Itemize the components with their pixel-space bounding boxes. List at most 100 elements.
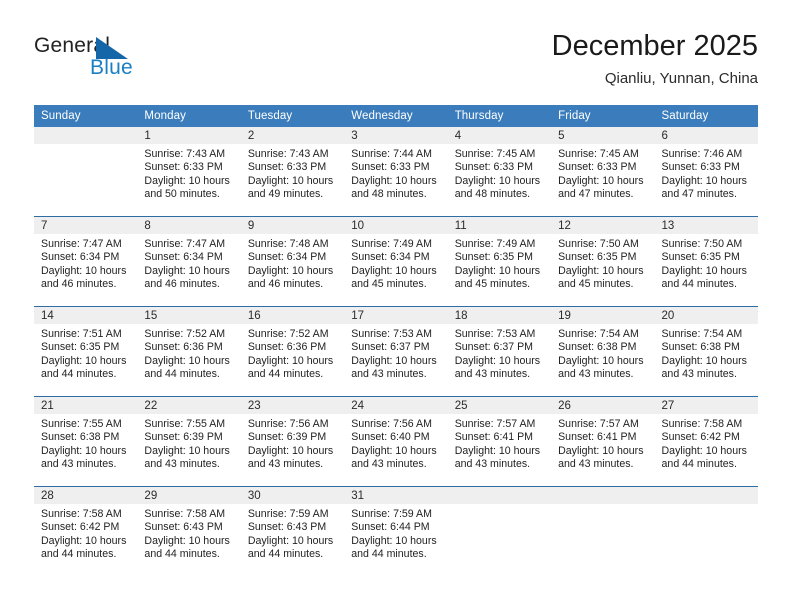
calendar-day-cell[interactable]: 29 Sunrise: 7:58 AM Sunset: 6:43 PM Dayligh…	[137, 486, 241, 576]
calendar-day-cell[interactable]: 30 Sunrise: 7:59 AM Sunset: 6:43 PM Dayligh…	[240, 486, 345, 576]
calendar-day-cell[interactable]: 22 Sunrise: 7:55 AM Sunset: 6:39 PM Dayligh…	[137, 396, 241, 487]
calendar-day-cell[interactable]: 13 Sunrise: 7:50 AM Sunset: 6:35 PM Dayligh…	[654, 216, 758, 307]
calendar-day-cell[interactable]: 11 Sunrise: 7:49 AM Sunset: 6:35 PM Dayligh…	[447, 216, 552, 307]
day-cell-inner: 28 Sunrise: 7:58 AM Sunset: 6:42 PM Dayligh…	[34, 487, 138, 576]
day-cell-inner: 14 Sunrise: 7:51 AM Sunset: 6:35 PM Dayligh…	[34, 307, 138, 396]
calendar-day-cell[interactable]: 5 Sunrise: 7:45 AM Sunset: 6:33 PM Daylight…	[551, 127, 655, 217]
sunset-text: Sunset: 6:37 PM	[454, 341, 534, 354]
day-cell-inner: 29 Sunrise: 7:58 AM Sunset: 6:43 PM Dayligh…	[137, 487, 241, 576]
calendar-day-cell[interactable]: 12 Sunrise: 7:50 AM Sunset: 6:35 PM Dayligh…	[551, 216, 655, 307]
day-number: 31	[344, 487, 448, 504]
daylight-text-line2: and 43 minutes.	[351, 368, 427, 381]
day-cell-inner: 8 Sunrise: 7:47 AM Sunset: 6:34 PM Daylight…	[137, 217, 241, 306]
day-cell-details: Sunrise: 7:58 AM Sunset: 6:42 PM Daylight:…	[34, 504, 137, 562]
day-cell-inner: 24 Sunrise: 7:56 AM Sunset: 6:40 PM Dayligh…	[344, 397, 448, 486]
calendar-day-cell[interactable]: 4 Sunrise: 7:45 AM Sunset: 6:33 PM Daylight…	[447, 127, 552, 217]
daylight-text-line1: Daylight: 10 hours	[351, 174, 437, 187]
sunrise-text: Sunrise: 7:44 AM	[351, 148, 432, 160]
sunset-text: Sunset: 6:43 PM	[144, 521, 223, 534]
day-number: 22	[137, 397, 241, 414]
calendar-day-cell[interactable]: 28 Sunrise: 7:58 AM Sunset: 6:42 PM Dayligh…	[34, 486, 138, 576]
sunset-text: Sunset: 6:38 PM	[558, 341, 637, 354]
day-cell-details: Sunrise: 7:49 AM Sunset: 6:35 PM Daylight:…	[448, 234, 551, 292]
calendar-day-cell[interactable]: 1 Sunrise: 7:43 AM Sunset: 6:33 PM Daylight…	[137, 127, 241, 217]
calendar-body: 1 Sunrise: 7:43 AM Sunset: 6:33 PM Daylight…	[34, 127, 758, 576]
daylight-text-line2: and 43 minutes.	[661, 368, 737, 381]
daylight-text-line1: Daylight: 10 hours	[454, 174, 541, 187]
sunset-text: Sunset: 6:36 PM	[247, 341, 327, 354]
day-cell-inner	[447, 487, 552, 576]
calendar-day-cell[interactable]: 3 Sunrise: 7:44 AM Sunset: 6:33 PM Daylight…	[344, 127, 448, 217]
calendar-day-cell[interactable]: 25 Sunrise: 7:57 AM Sunset: 6:41 PM Dayligh…	[447, 396, 552, 487]
day-cell-inner: 17 Sunrise: 7:53 AM Sunset: 6:37 PM Dayligh…	[344, 307, 448, 396]
sunset-text: Sunset: 6:42 PM	[41, 521, 120, 534]
day-cell-inner: 20 Sunrise: 7:54 AM Sunset: 6:38 PM Dayligh…	[654, 307, 758, 396]
sunset-text: Sunset: 6:38 PM	[41, 431, 120, 444]
calendar-day-cell[interactable]: 20 Sunrise: 7:54 AM Sunset: 6:38 PM Dayligh…	[654, 306, 758, 397]
sunset-text: Sunset: 6:37 PM	[351, 341, 430, 354]
calendar-day-cell[interactable]: 24 Sunrise: 7:56 AM Sunset: 6:40 PM Dayligh…	[344, 396, 448, 487]
calendar-day-cell[interactable]: 18 Sunrise: 7:53 AM Sunset: 6:37 PM Dayligh…	[447, 306, 552, 397]
day-cell-details: Sunrise: 7:59 AM Sunset: 6:44 PM Daylight:…	[344, 504, 447, 562]
sunset-text: Sunset: 6:33 PM	[247, 161, 327, 174]
calendar-day-cell[interactable]: 6 Sunrise: 7:46 AM Sunset: 6:33 PM Daylight…	[654, 127, 758, 217]
calendar-day-cell[interactable]: 26 Sunrise: 7:57 AM Sunset: 6:41 PM Dayligh…	[551, 396, 655, 487]
sunset-text: Sunset: 6:43 PM	[247, 521, 327, 534]
daylight-text-line2: and 43 minutes.	[558, 458, 634, 471]
daylight-text-line2: and 50 minutes.	[144, 188, 220, 201]
calendar-day-cell[interactable]: 23 Sunrise: 7:56 AM Sunset: 6:39 PM Dayligh…	[240, 396, 345, 487]
day-number: 28	[34, 487, 138, 504]
calendar-day-cell[interactable]: 9 Sunrise: 7:48 AM Sunset: 6:34 PM Daylight…	[240, 216, 345, 307]
sunset-text: Sunset: 6:33 PM	[558, 161, 637, 174]
sunset-text: Sunset: 6:39 PM	[247, 431, 327, 444]
sunrise-text: Sunrise: 7:58 AM	[41, 508, 122, 520]
calendar-day-cell[interactable]: 19 Sunrise: 7:54 AM Sunset: 6:38 PM Dayligh…	[551, 306, 655, 397]
calendar-day-cell[interactable]: 14 Sunrise: 7:51 AM Sunset: 6:35 PM Dayligh…	[34, 306, 138, 397]
general-blue-logo[interactable]: General Blue	[34, 34, 214, 90]
calendar-day-cell[interactable]: 17 Sunrise: 7:53 AM Sunset: 6:37 PM Dayligh…	[344, 306, 448, 397]
daylight-text-line2: and 43 minutes.	[351, 458, 427, 471]
day-cell-inner: 26 Sunrise: 7:57 AM Sunset: 6:41 PM Dayligh…	[551, 397, 655, 486]
title-block: December 2025 Qianliu, Yunnan, China	[552, 28, 758, 90]
calendar-day-cell[interactable]: 15 Sunrise: 7:52 AM Sunset: 6:36 PM Dayligh…	[137, 306, 241, 397]
day-cell-details: Sunrise: 7:49 AM Sunset: 6:34 PM Daylight:…	[344, 234, 447, 292]
sunset-text: Sunset: 6:33 PM	[454, 161, 534, 174]
calendar-day-cell[interactable]: 21 Sunrise: 7:55 AM Sunset: 6:38 PM Dayligh…	[34, 396, 138, 487]
calendar-day-cell[interactable]: 27 Sunrise: 7:58 AM Sunset: 6:42 PM Dayligh…	[654, 396, 758, 487]
sunset-text: Sunset: 6:36 PM	[144, 341, 223, 354]
day-cell-inner: 22 Sunrise: 7:55 AM Sunset: 6:39 PM Dayligh…	[137, 397, 241, 486]
calendar-day-cell[interactable]: 16 Sunrise: 7:52 AM Sunset: 6:36 PM Dayligh…	[240, 306, 345, 397]
day-cell-details: Sunrise: 7:52 AM Sunset: 6:36 PM Daylight:…	[241, 324, 344, 382]
day-cell-details: Sunrise: 7:47 AM Sunset: 6:34 PM Daylight:…	[34, 234, 137, 292]
day-cell-details: Sunrise: 7:50 AM Sunset: 6:35 PM Daylight:…	[551, 234, 654, 292]
sunset-text: Sunset: 6:41 PM	[454, 431, 534, 444]
sunrise-text: Sunrise: 7:55 AM	[144, 418, 226, 430]
daylight-text-line2: and 45 minutes.	[351, 278, 427, 291]
daylight-text-line1: Daylight: 10 hours	[558, 444, 644, 457]
sunset-text: Sunset: 6:35 PM	[558, 251, 637, 264]
day-cell-inner: 4 Sunrise: 7:45 AM Sunset: 6:33 PM Daylight…	[447, 127, 552, 216]
calendar-day-cell[interactable]: 8 Sunrise: 7:47 AM Sunset: 6:34 PM Daylight…	[137, 216, 241, 307]
sunrise-text: Sunrise: 7:56 AM	[247, 418, 329, 430]
day-cell-inner: 15 Sunrise: 7:52 AM Sunset: 6:36 PM Dayligh…	[137, 307, 241, 396]
day-cell-details: Sunrise: 7:50 AM Sunset: 6:35 PM Daylight:…	[655, 234, 758, 292]
daylight-text-line2: and 44 minutes.	[247, 368, 324, 381]
daylight-text-line2: and 44 minutes.	[144, 368, 220, 381]
day-number	[447, 487, 552, 504]
sunrise-text: Sunrise: 7:59 AM	[247, 508, 329, 520]
day-cell-inner: 6 Sunrise: 7:46 AM Sunset: 6:33 PM Daylight…	[654, 127, 758, 216]
calendar-day-cell[interactable]: 31 Sunrise: 7:59 AM Sunset: 6:44 PM Dayligh…	[344, 486, 448, 576]
calendar-day-cell[interactable]: 7 Sunrise: 7:47 AM Sunset: 6:34 PM Daylight…	[34, 216, 138, 307]
daylight-text-line1: Daylight: 10 hours	[661, 444, 747, 457]
day-number: 1	[137, 127, 241, 144]
sunrise-text: Sunrise: 7:51 AM	[41, 328, 122, 340]
sunrise-text: Sunrise: 7:59 AM	[351, 508, 432, 520]
day-number: 7	[34, 217, 138, 234]
daylight-text-line1: Daylight: 10 hours	[247, 534, 334, 547]
daylight-text-line1: Daylight: 10 hours	[144, 174, 230, 187]
day-number: 26	[551, 397, 655, 414]
calendar-day-cell[interactable]: 10 Sunrise: 7:49 AM Sunset: 6:34 PM Dayligh…	[344, 216, 448, 307]
day-number: 25	[447, 397, 552, 414]
daylight-text-line1: Daylight: 10 hours	[558, 354, 644, 367]
calendar-day-cell[interactable]: 2 Sunrise: 7:43 AM Sunset: 6:33 PM Daylight…	[240, 127, 345, 217]
